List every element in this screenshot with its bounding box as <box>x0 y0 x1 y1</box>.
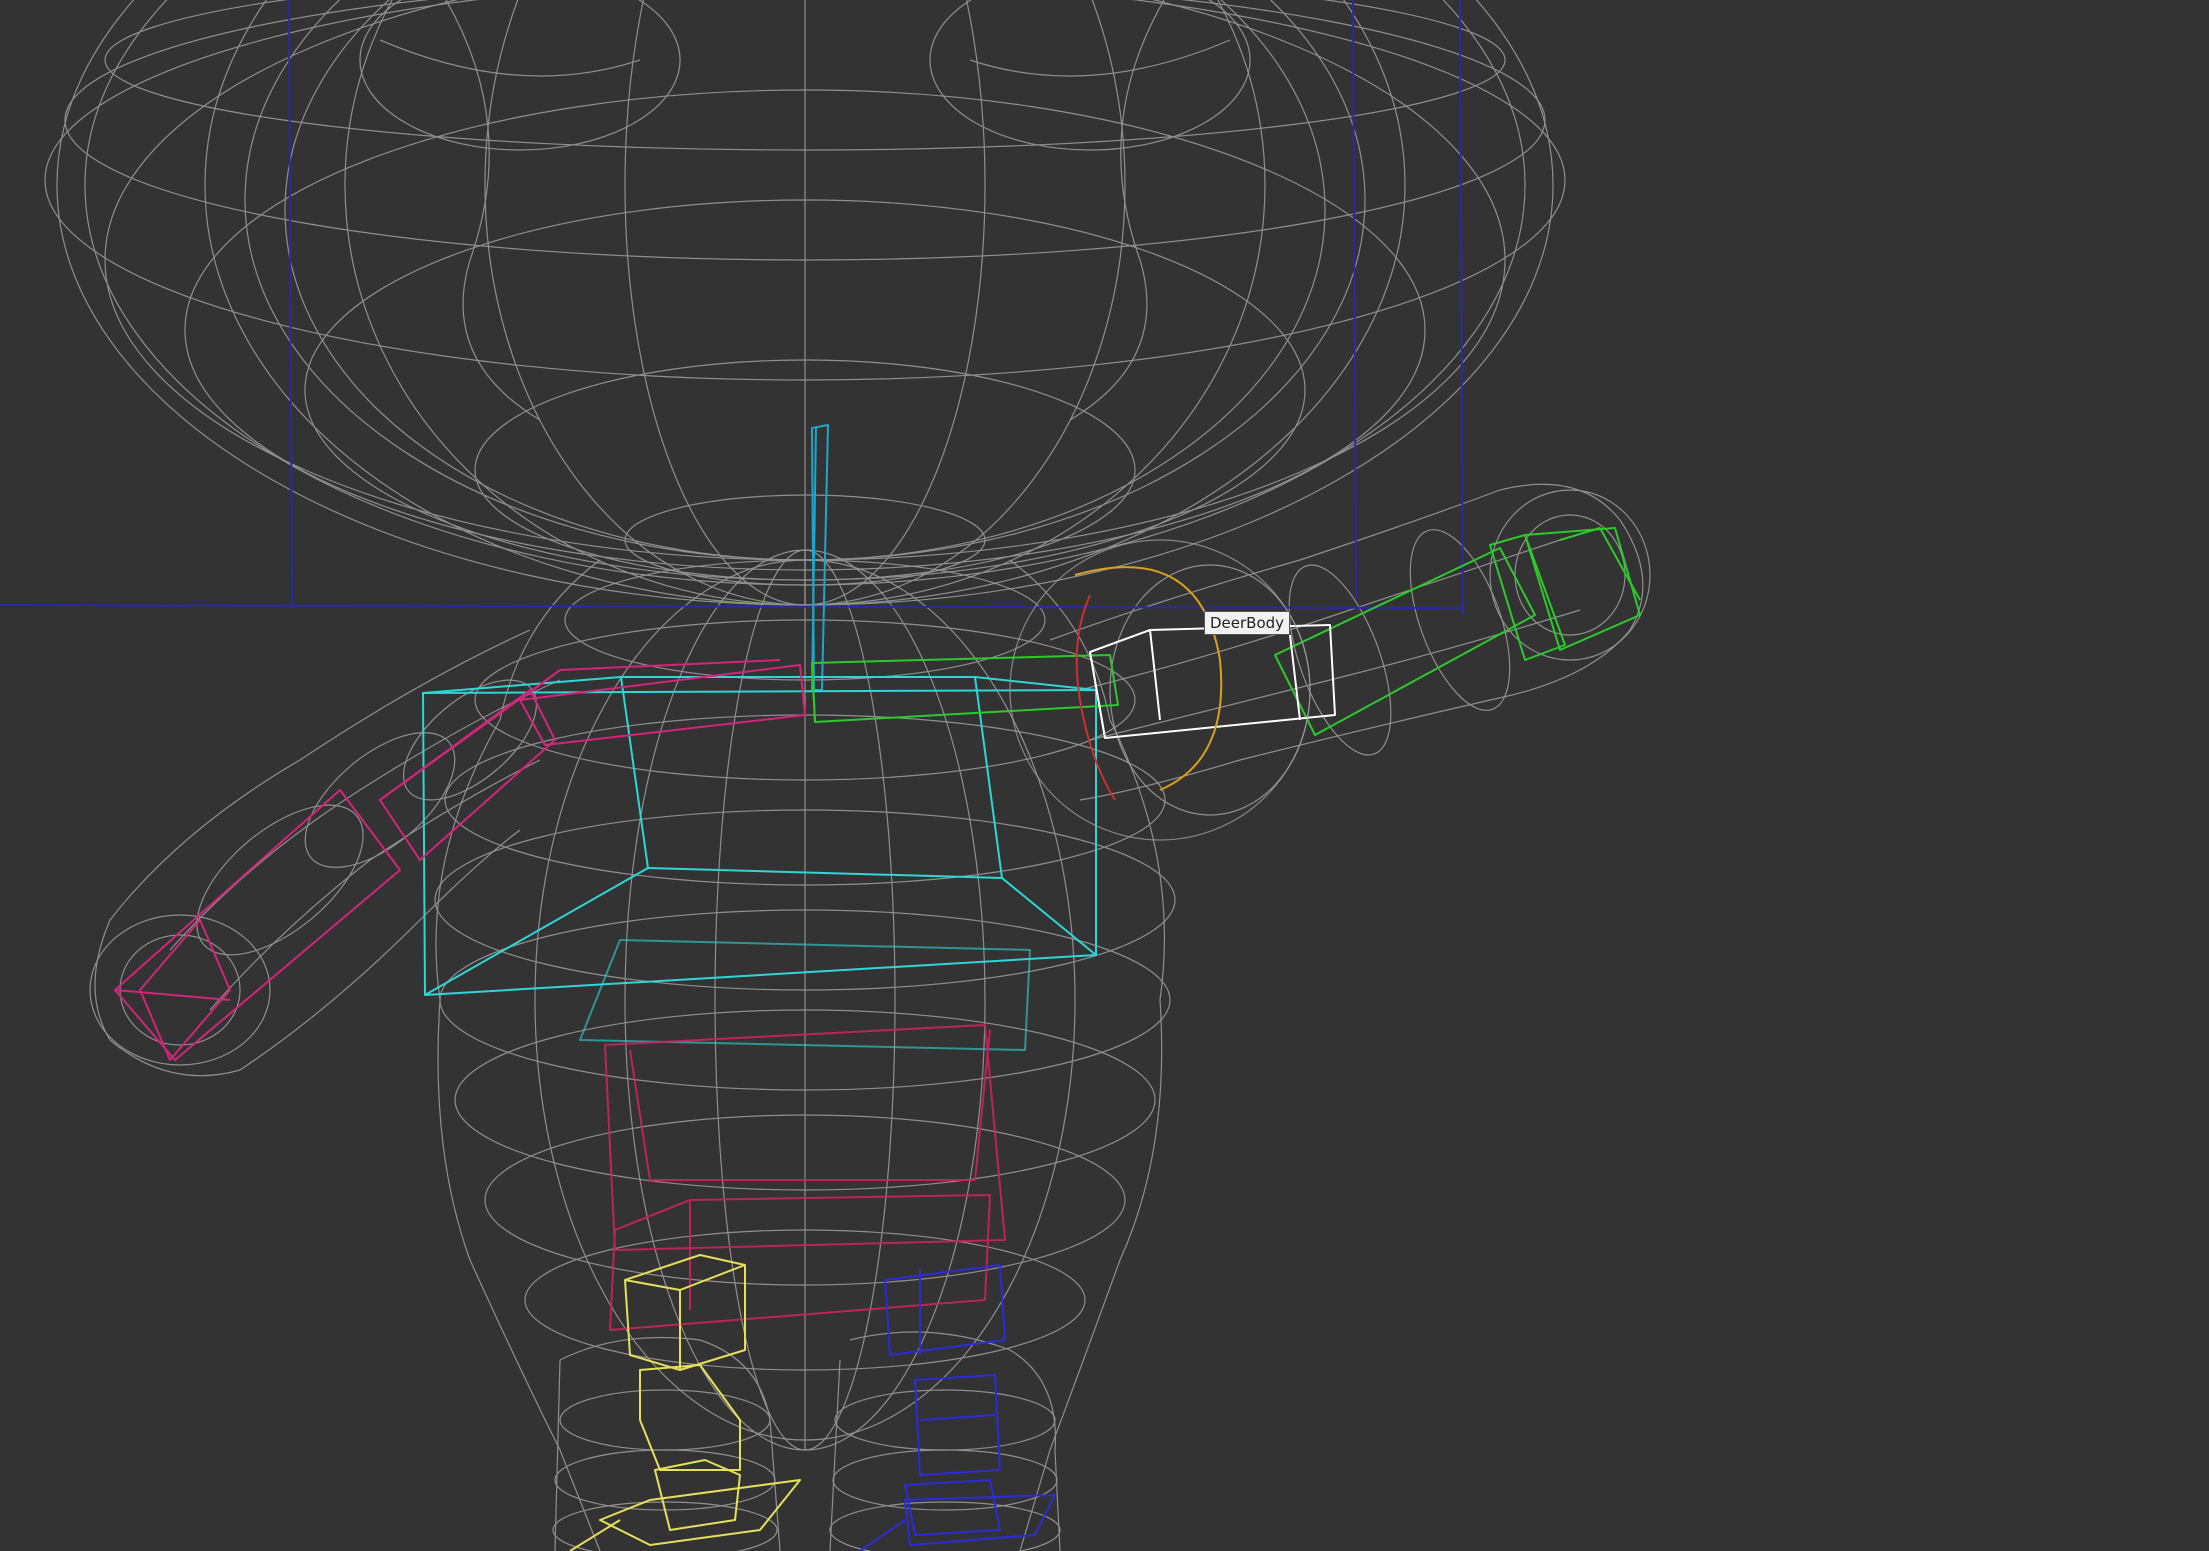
torso-bone[interactable] <box>422 676 1097 1051</box>
body-mesh <box>434 549 1176 1551</box>
wireframe-scene[interactable] <box>0 0 2209 1551</box>
bone-name-tooltip: DeerBody <box>1204 611 1291 635</box>
head-mesh <box>44 0 1566 606</box>
spine-bone[interactable] <box>811 424 829 691</box>
viewport-3d[interactable]: DeerBody <box>0 0 2209 1551</box>
left-arm-bones[interactable] <box>114 659 806 1061</box>
